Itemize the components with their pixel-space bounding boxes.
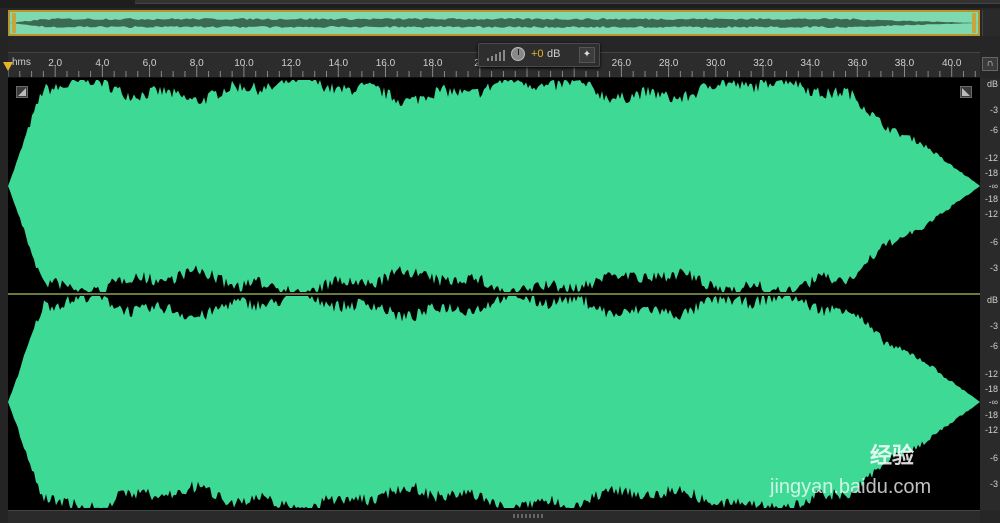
overview-right-handle[interactable]: [972, 13, 976, 33]
channel-left-toggle[interactable]: [16, 86, 28, 98]
ruler-tick-label: 2.0: [48, 58, 63, 69]
db-label: -∞: [988, 397, 998, 407]
ruler-tick-label: 26.0: [611, 58, 632, 69]
db-label: -3: [989, 105, 998, 116]
overview-waveform: [10, 12, 978, 34]
ruler-tick-label: 14.0: [328, 58, 349, 69]
db-label: -12: [984, 425, 998, 436]
ruler-tick-label: 34.0: [800, 58, 820, 69]
channel-1-waveform: [8, 80, 980, 292]
overview-navigator[interactable]: [8, 10, 980, 36]
db-label: -12: [984, 368, 998, 379]
resize-grip[interactable]: [513, 514, 543, 518]
ruler-tick-label: 10.0: [234, 58, 254, 69]
db-label: -12: [984, 209, 998, 220]
db-label: -3: [989, 321, 998, 332]
db-label: -18: [984, 168, 998, 179]
db-label: -∞: [988, 181, 998, 191]
db-label: -3: [989, 263, 998, 274]
ruler-tick-label: 36.0: [847, 58, 868, 69]
ruler-tick-label: 6.0: [142, 58, 157, 69]
amplitude-hud[interactable]: +0 dB ✦: [478, 43, 600, 67]
overview-end-panel: [982, 10, 1000, 36]
ruler-unit-label: hms: [12, 57, 31, 68]
ruler-tick-label: 28.0: [658, 58, 679, 69]
watermark: 经验 jingyan.baidu.com: [770, 428, 970, 508]
left-gutter: [0, 36, 8, 522]
level-meter-icon: [487, 50, 505, 61]
ruler-tick-label: 32.0: [753, 58, 773, 69]
pin-icon[interactable]: ✦: [579, 47, 595, 63]
db-label: -6: [989, 124, 998, 135]
hud-unit: dB: [547, 48, 561, 60]
ruler-tick-label: 38.0: [894, 58, 915, 69]
ruler-tick-label: 8.0: [189, 58, 204, 69]
db-label: -18: [984, 409, 998, 420]
scale-settings-button[interactable]: ∩: [982, 57, 998, 71]
ruler-tick-label: 18.0: [422, 58, 443, 69]
db-label: -3: [989, 479, 998, 490]
playhead-marker[interactable]: [3, 62, 13, 71]
ruler-tick-label: 4.0: [95, 58, 110, 69]
volume-knob[interactable]: [511, 47, 525, 61]
watermark-logo: 经验: [870, 443, 915, 468]
ruler-tick-label: 12.0: [281, 58, 301, 69]
overview-left-handle[interactable]: [12, 13, 16, 33]
ruler-tick-label: 40.0: [941, 58, 962, 69]
db-scale: dB -3 -6 -12 -18 -∞ -18 -12 -6 -3 dB -3 -6 -12 -18 -∞ -1…: [980, 78, 1000, 510]
hud-value: +0: [531, 48, 544, 60]
db-label: -6: [989, 453, 998, 464]
channel-right-toggle[interactable]: [960, 86, 972, 98]
db-label: -18: [984, 193, 998, 204]
db-label: dB: [986, 295, 998, 306]
watermark-site: jingyan.baidu.com: [770, 476, 932, 498]
db-label: -6: [989, 237, 998, 248]
db-label: dB: [986, 79, 998, 90]
bottom-resize-bar[interactable]: [8, 510, 980, 523]
db-label: -12: [984, 152, 998, 163]
top-strip: [0, 0, 1000, 8]
db-label: -6: [989, 340, 998, 351]
ruler-tick-label: 16.0: [375, 58, 396, 69]
ruler-tick-label: 30.0: [706, 58, 726, 69]
db-label: -18: [984, 384, 998, 395]
